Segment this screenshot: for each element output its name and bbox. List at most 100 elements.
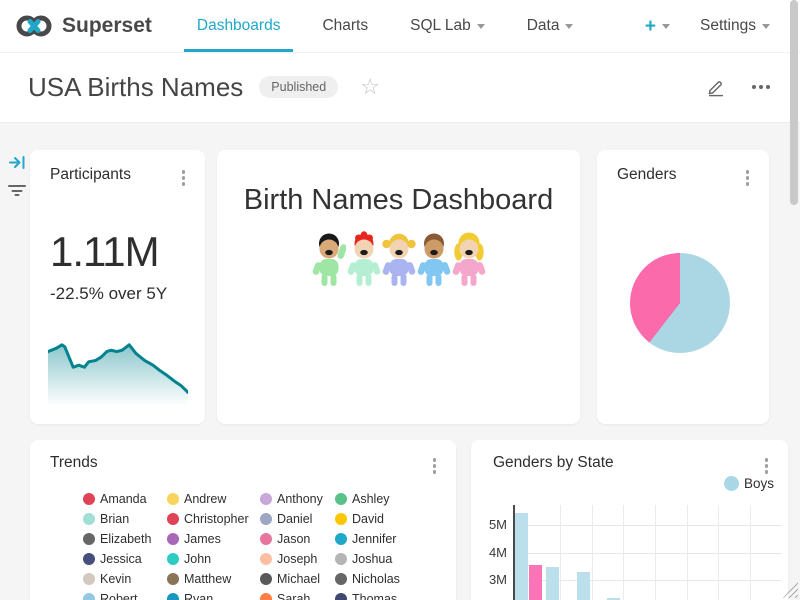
legend-swatch [335, 513, 347, 525]
legend-item[interactable]: Ryan [167, 592, 260, 600]
legend-swatch [83, 493, 95, 505]
legend-swatch [260, 493, 272, 505]
big-number-value: 1.11M [50, 228, 159, 276]
nav-menu-sql-lab-label: SQL Lab [410, 17, 471, 35]
genders-pie-chart[interactable] [630, 253, 730, 353]
caret-down-icon [762, 24, 770, 29]
legend-swatch [167, 573, 179, 585]
favorite-star-icon[interactable]: ☆ [360, 76, 380, 98]
y-axis-tick: 5M [475, 517, 507, 532]
legend-swatch [167, 533, 179, 545]
genders-by-state-plot [513, 505, 781, 600]
card-menu-icon[interactable] [742, 166, 754, 190]
published-badge[interactable]: Published [259, 76, 338, 98]
legend-item[interactable]: Joshua [335, 552, 445, 565]
legend-item[interactable]: Kevin [83, 572, 167, 585]
legend-label: Daniel [277, 512, 312, 526]
legend-item[interactable]: Anthony [260, 492, 335, 505]
legend-item[interactable]: Nicholas [335, 572, 445, 585]
nav-tab-dashboards-label: Dashboards [197, 17, 281, 35]
legend-swatch [83, 533, 95, 545]
legend-item[interactable]: David [335, 512, 445, 525]
legend-label: Thomas [352, 592, 397, 600]
legend-label: Kevin [100, 572, 131, 586]
card-menu-icon[interactable] [178, 166, 190, 190]
superset-logo-icon[interactable] [14, 12, 54, 40]
legend-label: Joseph [277, 552, 317, 566]
legend-swatch [335, 553, 347, 565]
y-axis-tick: 4M [475, 545, 507, 560]
kid-figure [382, 231, 416, 288]
legend-swatch [260, 573, 272, 585]
legend-item[interactable]: Thomas [335, 592, 445, 600]
legend-item[interactable]: Jessica [83, 552, 167, 565]
legend-item[interactable]: Ashley [335, 492, 445, 505]
brand-name[interactable]: Superset [62, 14, 152, 38]
legend-item[interactable]: Elizabeth [83, 532, 167, 545]
nav-tab-dashboards[interactable]: Dashboards [176, 0, 302, 52]
legend-label: David [352, 512, 384, 526]
legend-item[interactable]: Jason [260, 532, 335, 545]
legend-item[interactable]: Sarah [260, 592, 335, 600]
bar[interactable] [546, 567, 559, 600]
header-actions [706, 77, 774, 97]
legend-label: Amanda [100, 492, 147, 506]
legend-label: Michael [277, 572, 320, 586]
expand-filter-bar-icon[interactable] [9, 154, 26, 176]
legend-label: Brian [100, 512, 129, 526]
bar[interactable] [577, 572, 590, 600]
big-number-subheader: -22.5% over 5Y [50, 284, 167, 304]
legend-swatch [167, 513, 179, 525]
legend-swatch [260, 593, 272, 600]
legend-swatch [335, 493, 347, 505]
scrollbar-thumb[interactable] [790, 0, 798, 205]
legend-swatch [83, 513, 95, 525]
legend-item[interactable]: Robert [83, 592, 167, 600]
legend-label: Jason [277, 532, 310, 546]
chart-card-trends: Trends AmandaAndrewAnthonyAshleyBrianChr… [30, 440, 456, 600]
bar[interactable] [529, 565, 542, 600]
legend-label: Nicholas [352, 572, 400, 586]
new-item-button[interactable]: + [645, 17, 670, 36]
legend-item-boys[interactable]: Boys [724, 476, 774, 491]
edit-dashboard-icon[interactable] [706, 77, 726, 97]
settings-menu[interactable]: Settings [700, 17, 770, 35]
legend-item[interactable]: John [167, 552, 260, 565]
filter-list-icon[interactable] [8, 182, 26, 203]
legend-item[interactable]: Andrew [167, 492, 260, 505]
chart-title: Participants [50, 166, 131, 184]
legend-item[interactable]: Joseph [260, 552, 335, 565]
legend-label: Robert [100, 592, 138, 600]
navbar-right: + Settings [645, 17, 770, 36]
participants-sparkline[interactable] [48, 338, 188, 406]
dashboard-header: USA Births Names Published ☆ [0, 52, 800, 123]
legend-swatch [83, 553, 95, 565]
nav-tab-charts[interactable]: Charts [301, 0, 389, 52]
chart-card-genders: Genders [597, 150, 769, 424]
nav-menu-sql-lab[interactable]: SQL Lab [389, 0, 506, 52]
legend-item[interactable]: Brian [83, 512, 167, 525]
nav-menu-data-label: Data [527, 17, 560, 35]
card-menu-icon[interactable] [761, 454, 773, 478]
legend-label: Christopher [184, 512, 249, 526]
legend-item[interactable]: Matthew [167, 572, 260, 585]
legend-item[interactable]: Michael [260, 572, 335, 585]
legend-label: Jessica [100, 552, 142, 566]
legend-item[interactable]: Daniel [260, 512, 335, 525]
markdown-heading: Birth Names Dashboard [217, 150, 580, 217]
legend-item[interactable]: Amanda [83, 492, 167, 505]
more-actions-icon[interactable] [748, 81, 774, 93]
legend-label: Matthew [184, 572, 231, 586]
page-title: USA Births Names [28, 72, 243, 103]
card-menu-icon[interactable] [429, 454, 441, 478]
legend-item[interactable]: James [167, 532, 260, 545]
chart-title: Genders by State [493, 454, 614, 472]
plus-icon: + [645, 17, 656, 36]
legend-item[interactable]: Christopher [167, 512, 260, 525]
legend-swatch [167, 553, 179, 565]
legend-label: Elizabeth [100, 532, 151, 546]
legend-swatch [260, 513, 272, 525]
nav-menu-data[interactable]: Data [506, 0, 595, 52]
legend-item[interactable]: Jennifer [335, 532, 445, 545]
bar[interactable] [515, 513, 528, 600]
